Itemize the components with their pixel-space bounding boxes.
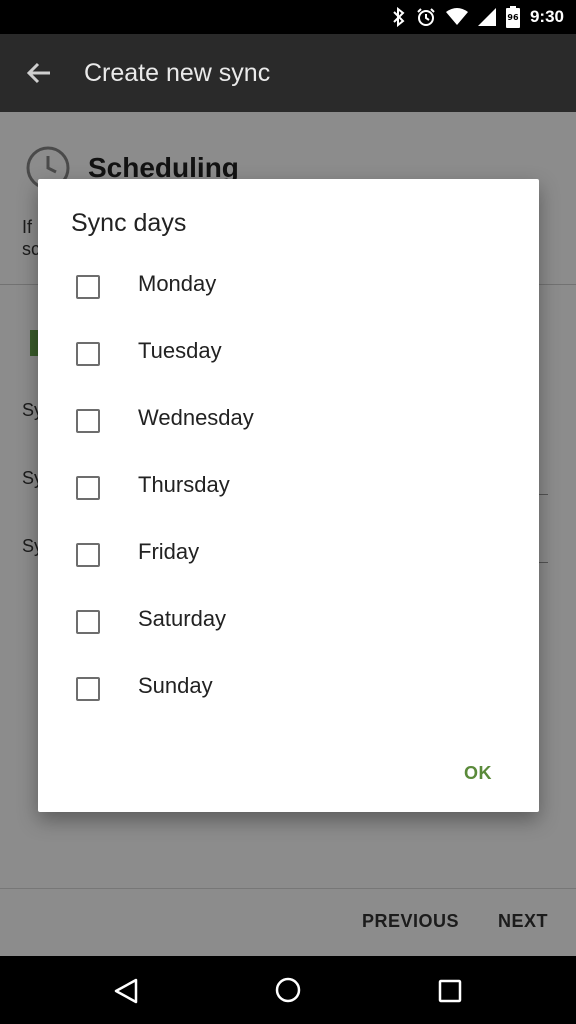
option-label: Tuesday bbox=[138, 338, 222, 363]
option-label: Monday bbox=[138, 271, 217, 296]
bluetooth-icon bbox=[392, 7, 406, 27]
nav-back-icon[interactable] bbox=[112, 977, 140, 1009]
option-sunday[interactable]: Sunday bbox=[38, 663, 539, 723]
checkbox[interactable] bbox=[76, 610, 100, 634]
checkbox[interactable] bbox=[76, 275, 100, 299]
option-wednesday[interactable]: Wednesday bbox=[38, 395, 539, 455]
checkbox[interactable] bbox=[76, 476, 100, 500]
battery-icon: 96 bbox=[505, 6, 520, 28]
checkbox[interactable] bbox=[76, 409, 100, 433]
option-label: Wednesday bbox=[138, 405, 254, 430]
battery-level: 96 bbox=[507, 13, 519, 22]
nav-home-icon[interactable] bbox=[274, 976, 302, 1008]
option-thursday[interactable]: Thursday bbox=[38, 462, 539, 522]
alarm-icon bbox=[416, 7, 436, 27]
option-label: Friday bbox=[138, 539, 200, 564]
arrow-left-icon[interactable] bbox=[26, 61, 52, 89]
status-time: 9:30 bbox=[529, 7, 564, 26]
navigation-bar bbox=[0, 956, 576, 1024]
page-title: Create new sync bbox=[84, 59, 271, 87]
cell-signal-icon bbox=[477, 8, 496, 26]
app-bar: Create new sync bbox=[0, 34, 576, 112]
checkbox[interactable] bbox=[76, 677, 100, 701]
option-label: Saturday bbox=[138, 606, 227, 631]
checkbox[interactable] bbox=[76, 543, 100, 567]
option-saturday[interactable]: Saturday bbox=[38, 596, 539, 656]
option-label: Sunday bbox=[138, 673, 213, 698]
option-label: Thursday bbox=[138, 472, 230, 497]
dialog-title: Sync days bbox=[71, 209, 187, 237]
wifi-icon bbox=[445, 8, 468, 26]
ok-button[interactable]: OK bbox=[464, 763, 492, 784]
option-monday[interactable]: Monday bbox=[38, 261, 539, 321]
option-friday[interactable]: Friday bbox=[38, 529, 539, 589]
nav-recents-icon[interactable] bbox=[438, 979, 462, 1007]
status-bar: 96 9:30 bbox=[0, 0, 576, 34]
option-tuesday[interactable]: Tuesday bbox=[38, 328, 539, 388]
status-icons: 96 9:30 bbox=[392, 6, 564, 28]
sync-days-dialog: Sync days Monday Tuesday Wednesday Thurs… bbox=[38, 179, 539, 812]
checkbox[interactable] bbox=[76, 342, 100, 366]
